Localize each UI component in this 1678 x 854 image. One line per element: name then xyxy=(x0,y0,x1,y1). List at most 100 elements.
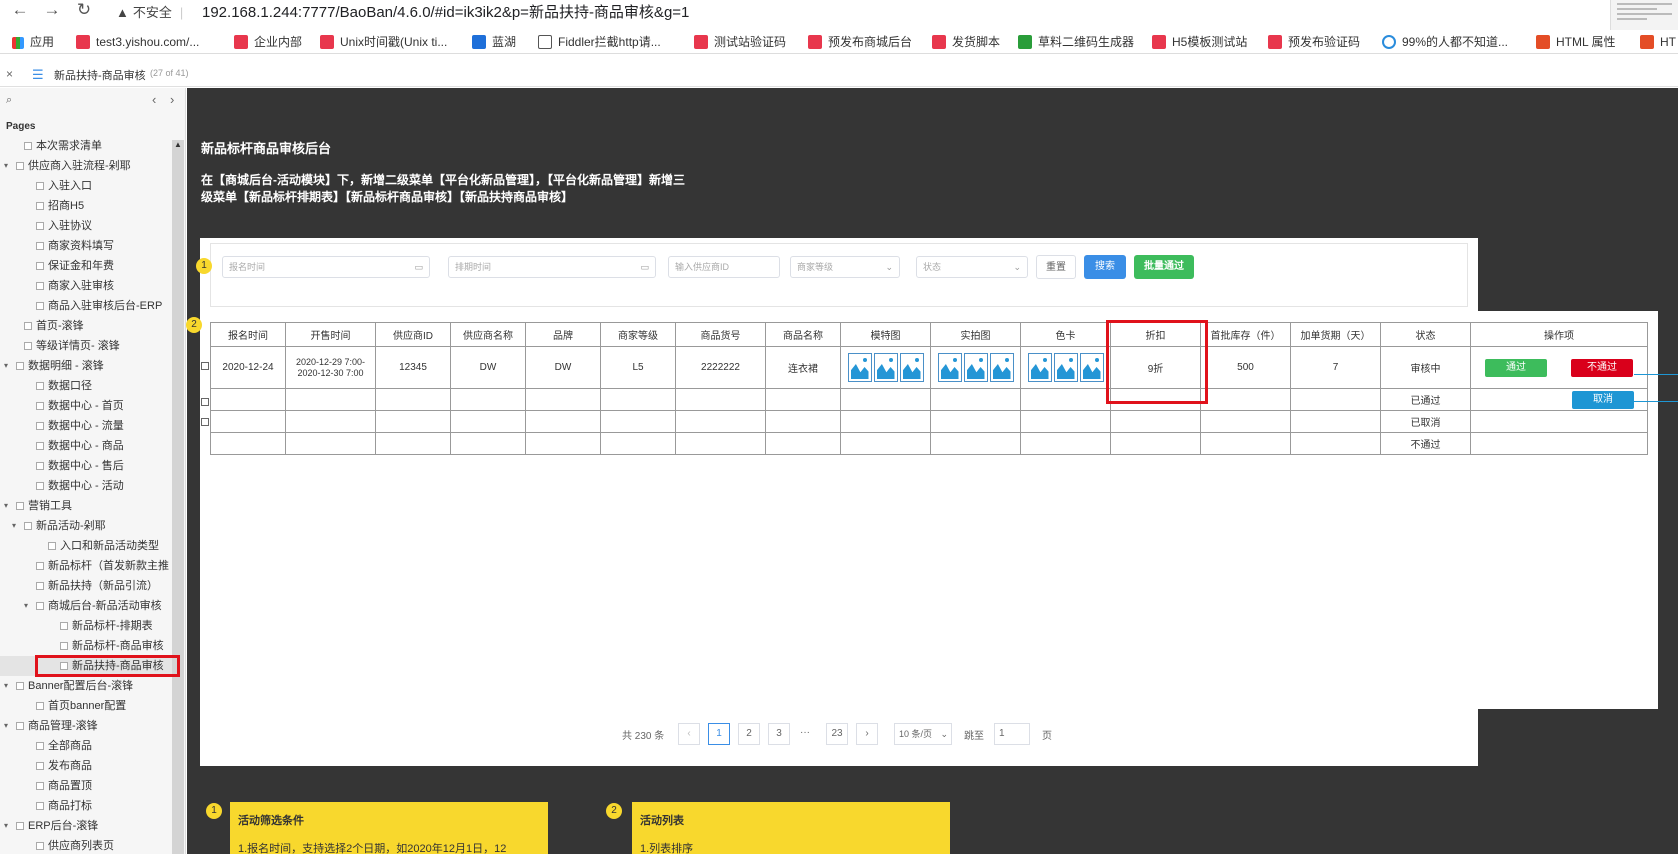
bookmark-apps[interactable]: 应用 xyxy=(12,33,54,51)
row-checkbox[interactable] xyxy=(201,398,209,406)
sidebar-page-item[interactable]: 新品标杆-商品审核 xyxy=(0,636,172,656)
expand-toggle-icon[interactable]: ▾ xyxy=(4,676,14,696)
expand-toggle-icon[interactable]: ▾ xyxy=(4,716,14,736)
image-placeholder-icon[interactable] xyxy=(1027,353,1052,382)
bookmark[interactable]: 预发布验证码 xyxy=(1268,33,1360,51)
page-2-button[interactable]: 2 xyxy=(738,723,760,745)
sidebar-page-item[interactable]: 数据中心 - 活动 xyxy=(0,476,172,496)
close-icon[interactable]: × xyxy=(6,67,13,81)
signup-time-picker[interactable]: 报名时间 ▭ xyxy=(222,256,430,278)
sidebar-page-item[interactable]: 新品标杆（首发新款主推 xyxy=(0,556,172,576)
sidebar-page-item[interactable]: ▾ 商城后台-新品活动审核 xyxy=(0,596,172,616)
row-checkbox[interactable] xyxy=(201,362,209,370)
image-placeholder-icon[interactable] xyxy=(873,353,898,382)
sidebar-page-item[interactable]: 新品扶持（新品引流） xyxy=(0,576,172,596)
sidebar-page-item[interactable]: 商品打标 xyxy=(0,796,172,816)
sidebar-page-item[interactable]: ▾ 新品活动-剁耶 xyxy=(0,516,172,536)
page-23-button[interactable]: 23 xyxy=(826,723,848,745)
sidebar-page-item[interactable]: 数据中心 - 售后 xyxy=(0,456,172,476)
security-indicator[interactable]: ▲ 不安全 | xyxy=(116,2,183,21)
forward-icon[interactable]: → xyxy=(40,0,64,22)
image-placeholder-icon[interactable] xyxy=(1053,353,1078,382)
image-placeholder-icon[interactable] xyxy=(899,353,924,382)
bookmark[interactable]: 发货脚本 xyxy=(932,33,1000,51)
supplier-id-input[interactable]: 输入供应商ID xyxy=(668,256,780,278)
bookmark[interactable]: H5模板测试站 xyxy=(1152,33,1247,51)
reject-button[interactable]: 不通过 xyxy=(1571,358,1633,377)
search-button[interactable]: 搜索 xyxy=(1084,255,1126,279)
page-ellipsis[interactable]: ··· xyxy=(800,727,810,738)
sidebar-page-item[interactable]: 全部商品 xyxy=(0,736,172,756)
page-3-button[interactable]: 3 xyxy=(768,723,790,745)
back-icon[interactable]: ← xyxy=(8,0,32,22)
sidebar-page-item[interactable]: 首页-滚锋 xyxy=(0,316,172,336)
chevron-left-icon[interactable]: ‹ xyxy=(152,92,156,107)
sidebar-page-item[interactable]: 入驻协议 xyxy=(0,216,172,236)
sidebar-page-item[interactable]: 商家入驻审核 xyxy=(0,276,172,296)
scroll-up-icon[interactable]: ▲ xyxy=(174,140,182,149)
sidebar-page-item[interactable]: 供应商列表页 xyxy=(0,836,172,854)
bookmark[interactable]: 草料二维码生成器 xyxy=(1018,33,1134,51)
sidebar-page-item[interactable]: 等级详情页- 滚锋 xyxy=(0,336,172,356)
reset-button[interactable]: 重置 xyxy=(1036,255,1076,279)
image-placeholder-icon[interactable] xyxy=(937,353,962,382)
sidebar-page-item[interactable]: 数据中心 - 流量 xyxy=(0,416,172,436)
sidebar-page-item[interactable]: 入驻入口 xyxy=(0,176,172,196)
approve-button[interactable]: 通过 xyxy=(1485,358,1547,377)
bookmark[interactable]: 蓝湖 xyxy=(472,33,516,51)
merchant-level-select[interactable]: 商家等级 ⌄ xyxy=(790,256,900,278)
expand-toggle-icon[interactable]: ▾ xyxy=(4,496,14,516)
sidebar-page-item[interactable]: 数据中心 - 首页 xyxy=(0,396,172,416)
sidebar-page-item[interactable]: 数据口径 xyxy=(0,376,172,396)
bookmark[interactable]: Unix时间戳(Unix ti... xyxy=(320,33,447,51)
expand-toggle-icon[interactable]: ▾ xyxy=(4,816,14,836)
batch-approve-button[interactable]: 批量通过 xyxy=(1134,255,1194,279)
sidebar-page-item[interactable]: 首页banner配置 xyxy=(0,696,172,716)
bookmark[interactable]: Fiddler拦截http请... xyxy=(538,33,661,51)
sidebar-scrollbar[interactable] xyxy=(172,140,184,854)
page-size-select[interactable]: 10 条/页 ⌄ xyxy=(894,723,952,745)
bookmark[interactable]: 企业内部 xyxy=(234,33,302,51)
sidebar-page-item[interactable]: ▾ ERP后台-滚锋 xyxy=(0,816,172,836)
image-placeholder-icon[interactable] xyxy=(1079,353,1104,382)
next-page-button[interactable]: › xyxy=(856,723,878,745)
goto-input[interactable]: 1 xyxy=(994,723,1030,745)
chevron-right-icon[interactable]: › xyxy=(170,92,174,107)
sidebar-page-item[interactable]: 新品标杆-排期表 xyxy=(0,616,172,636)
sidebar-page-item[interactable]: 招商H5 xyxy=(0,196,172,216)
bookmark[interactable]: 测试站验证码 xyxy=(694,33,786,51)
sidebar-page-item[interactable]: 商品置顶 xyxy=(0,776,172,796)
address-bar[interactable]: 192.168.1.244:7777/BaoBan/4.6.0/#id=ik3i… xyxy=(202,1,689,22)
menu-icon[interactable]: ☰ xyxy=(32,67,44,83)
sidebar-page-item[interactable]: 数据中心 - 商品 xyxy=(0,436,172,456)
expand-toggle-icon[interactable]: ▾ xyxy=(24,596,34,616)
page-1-button[interactable]: 1 xyxy=(708,723,730,745)
bookmark[interactable]: 预发布商城后台 xyxy=(808,33,912,51)
expand-toggle-icon[interactable]: ▾ xyxy=(4,356,14,376)
image-placeholder-icon[interactable] xyxy=(989,353,1014,382)
search-icon[interactable]: ⌕ xyxy=(6,94,12,107)
image-placeholder-icon[interactable] xyxy=(963,353,988,382)
prev-page-button[interactable]: ‹ xyxy=(678,723,700,745)
cancel-button[interactable]: 取消 xyxy=(1572,390,1634,409)
reload-icon[interactable]: ↻ xyxy=(72,0,96,22)
bookmark[interactable]: 99%的人都不知道... xyxy=(1382,33,1508,51)
sidebar-page-item[interactable]: ▾ 商品管理-滚锋 xyxy=(0,716,172,736)
bookmark[interactable]: HTML 属性 xyxy=(1536,33,1616,51)
sidebar-page-item[interactable]: ▾ 营销工具 xyxy=(0,496,172,516)
expand-toggle-icon[interactable]: ▾ xyxy=(12,516,22,536)
sidebar-page-item[interactable]: ▾ 数据明细 - 滚锋 xyxy=(0,356,172,376)
expand-toggle-icon[interactable]: ▾ xyxy=(4,156,14,176)
bookmark[interactable]: test3.yishou.com/... xyxy=(76,33,199,51)
image-placeholder-icon[interactable] xyxy=(847,353,872,382)
bookmark[interactable]: HT xyxy=(1640,33,1676,51)
sidebar-page-item[interactable]: 发布商品 xyxy=(0,756,172,776)
sidebar-page-item[interactable]: 商品入驻审核后台-ERP xyxy=(0,296,172,316)
sidebar-page-item[interactable]: 商家资料填写 xyxy=(0,236,172,256)
row-checkbox[interactable] xyxy=(201,418,209,426)
sidebar-page-item[interactable]: ▾ 供应商入驻流程-剁耶 xyxy=(0,156,172,176)
sidebar-page-item[interactable]: 本次需求清单 xyxy=(0,136,172,156)
schedule-time-picker[interactable]: 排期时间 ▭ xyxy=(448,256,656,278)
status-select[interactable]: 状态 ⌄ xyxy=(916,256,1028,278)
sidebar-page-item[interactable]: 保证金和年费 xyxy=(0,256,172,276)
